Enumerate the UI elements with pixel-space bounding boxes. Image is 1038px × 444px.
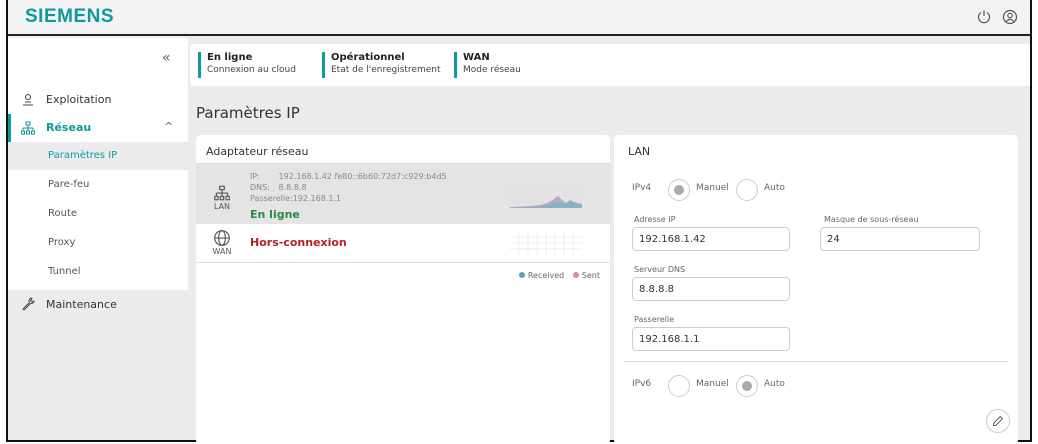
siemens-logo: SIEMENS <box>25 6 115 27</box>
status-cloud: En ligne Connexion au cloud <box>198 52 296 78</box>
adapter-ip: IP: 192.168.1.42 fe80::6b60:72d7:c929:b4… <box>250 172 447 181</box>
subnav-route[interactable]: Route <box>8 200 188 228</box>
nav-label: Maintenance <box>46 298 117 311</box>
globe-icon <box>214 230 230 246</box>
nav-item-maintenance[interactable]: Maintenance <box>8 290 188 318</box>
subnav-parametres-ip[interactable]: Paramètres IP <box>8 142 188 170</box>
status-registration: Opérationnel Etat de l'enregistrement <box>322 52 441 78</box>
status-badge: En ligne <box>250 208 300 221</box>
adapter-dns: DNS: 8.8.8.8 <box>250 183 307 192</box>
divider <box>624 361 1008 362</box>
network-icon <box>21 121 35 135</box>
adapter-row-lan[interactable]: LAN IP: 192.168.1.42 fe80::6b60:72d7:c92… <box>196 164 610 224</box>
user-icon[interactable] <box>1002 9 1018 25</box>
lan-settings-card: LAN IPv4 Manuel Auto Adresse IP 192.168.… <box>614 135 1018 444</box>
received-dot <box>518 272 525 278</box>
subnav-tunnel[interactable]: Tunnel <box>8 258 188 286</box>
top-bar: SIEMENS <box>8 0 1030 36</box>
card-title: Adaptateur réseau <box>206 145 309 158</box>
subnav-pare-feu[interactable]: Pare-feu <box>8 171 188 199</box>
pencil-icon <box>993 415 1004 426</box>
nav-label: Exploitation <box>46 93 112 106</box>
status-badge: Hors-connexion <box>250 236 347 249</box>
card-title: LAN <box>628 145 651 158</box>
adapter-gateway: Passerelle:192.168.1.1 <box>250 194 342 203</box>
gateway-field[interactable]: 192.168.1.1 <box>632 327 790 351</box>
status-network-mode: WAN Mode réseau <box>454 52 521 78</box>
wrench-icon <box>22 297 35 311</box>
edit-button[interactable] <box>986 409 1010 433</box>
operation-icon <box>23 93 33 106</box>
collapse-sidebar-button[interactable]: « <box>162 50 171 66</box>
chart-legend: Received Sent <box>513 271 600 280</box>
adapter-row-wan[interactable]: WAN Hors-connexion <box>196 225 610 263</box>
dns-label: Serveur DNS <box>634 265 686 274</box>
network-adapter-card: Adaptateur réseau LAN IP: 192.168.1.42 f… <box>196 135 610 444</box>
traffic-sparkline <box>510 231 582 255</box>
status-bar: En ligne Connexion au cloud Opérationnel… <box>190 44 1030 86</box>
ip-address-field[interactable]: 192.168.1.42 <box>632 227 790 251</box>
dns-field[interactable]: 8.8.8.8 <box>632 277 790 301</box>
subnet-label: Masque de sous-réseau <box>824 215 919 224</box>
nav-item-reseau[interactable]: Réseau ^ <box>8 114 188 142</box>
ip-address-label: Adresse IP <box>634 215 676 224</box>
nav-label: Réseau <box>46 121 92 134</box>
nav-item-exploitation[interactable]: Exploitation <box>8 86 188 114</box>
subnet-field[interactable]: 24 <box>820 227 980 251</box>
power-icon[interactable] <box>976 9 992 25</box>
adapter-name: WAN <box>212 247 232 256</box>
network-icon <box>214 185 230 201</box>
chevron-up-icon[interactable]: ^ <box>164 120 173 133</box>
subnav-proxy[interactable]: Proxy <box>8 229 188 257</box>
ipv4-auto-radio[interactable] <box>736 179 758 201</box>
ipv6-manual-radio[interactable] <box>668 375 690 397</box>
page-title: Paramètres IP <box>196 104 300 122</box>
ipv6-auto-radio[interactable] <box>736 375 758 397</box>
traffic-sparkline <box>510 184 582 208</box>
sent-dot <box>572 272 579 278</box>
gateway-label: Passerelle <box>634 315 675 324</box>
adapter-name: LAN <box>213 202 231 211</box>
ipv4-manual-radio[interactable] <box>668 179 690 201</box>
sidebar: « Exploitation Réseau ^ Paramètres IP Pa… <box>8 38 188 290</box>
